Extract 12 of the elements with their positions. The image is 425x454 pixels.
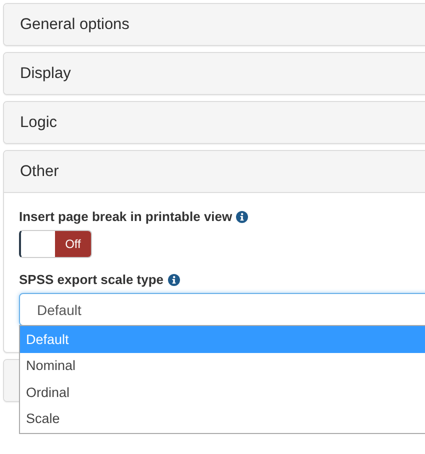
info-icon[interactable] — [236, 210, 248, 222]
setting-label: Insert page break in printable view — [19, 209, 232, 224]
dropdown-option[interactable]: Nominal — [20, 352, 425, 379]
panel-header[interactable]: Other — [4, 151, 425, 193]
dropdown-option[interactable]: Scale — [20, 406, 425, 432]
panel-header[interactable]: General options — [4, 4, 425, 45]
panel-header[interactable]: Display — [4, 53, 425, 94]
setting-label: SPSS export scale type — [19, 272, 164, 287]
info-icon[interactable] — [168, 274, 180, 286]
toggle-switch[interactable]: Off — [19, 230, 92, 258]
dropdown-option[interactable]: Ordinal — [20, 379, 425, 406]
panel-header[interactable]: Logic — [4, 102, 425, 143]
